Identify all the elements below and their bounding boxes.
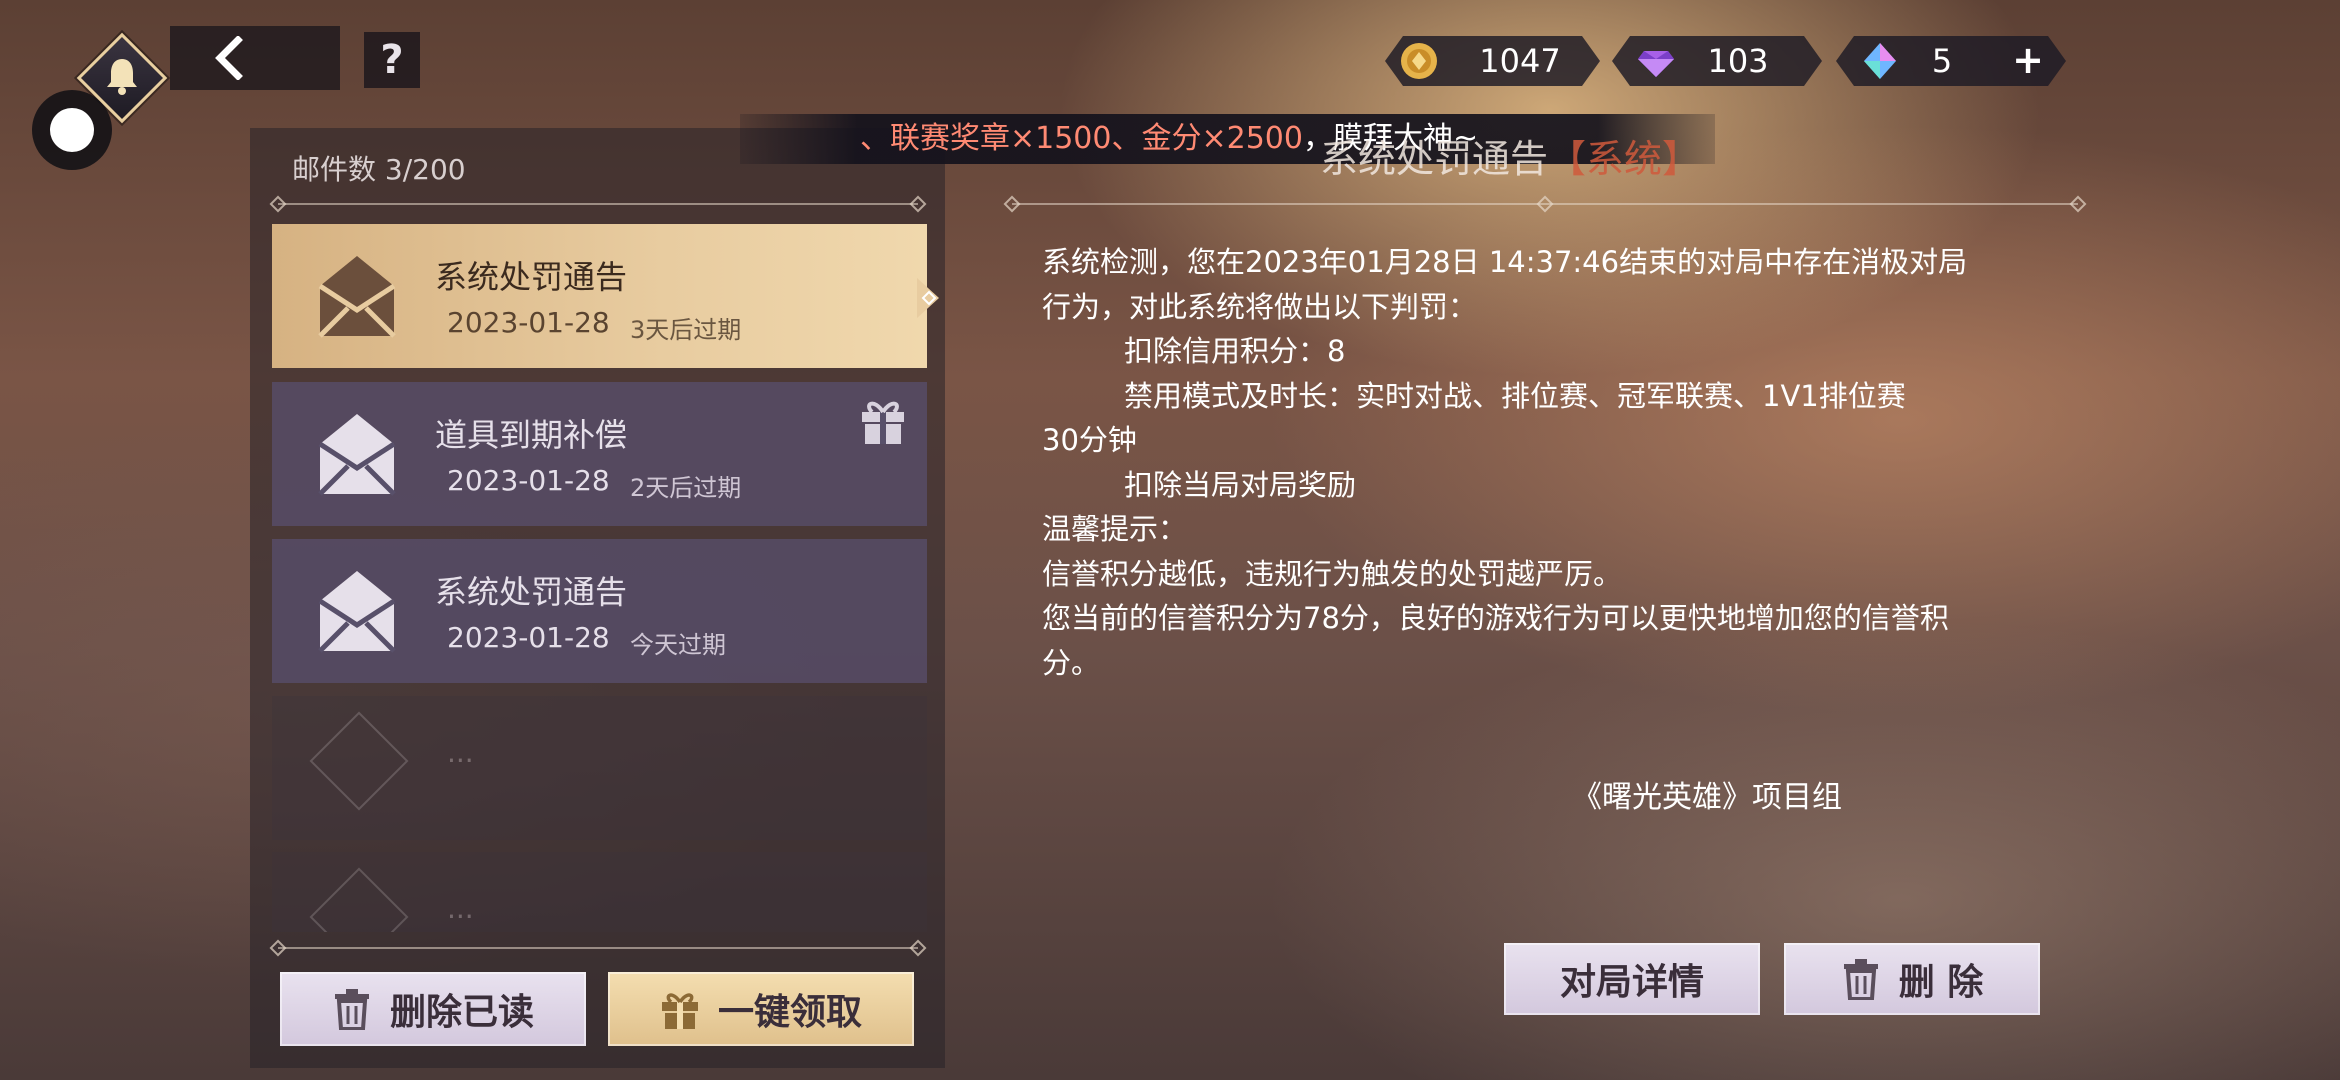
mail-signature: 《曙光英雄》项目组	[1572, 780, 1842, 815]
envelope-icon	[318, 256, 396, 338]
mail-content: 系统检测，您在2023年01月28日 14:37:46结束的对局中存在消极对局 …	[1042, 240, 2062, 685]
content-line: 分。	[1042, 645, 1101, 680]
claim-all-label: 一键领取	[717, 992, 862, 1033]
content-line: 禁用模式及时长：实时对战、排位赛、冠军联赛、1V1排位赛	[1124, 378, 1906, 413]
mail-count: 邮件数 3/200	[292, 153, 466, 186]
purple-gem-icon	[1636, 41, 1676, 81]
mail-title: 系统处罚通告	[435, 258, 628, 296]
envelope-icon	[318, 414, 396, 496]
divider-ornament	[2069, 195, 2087, 213]
mail-item[interactable]: 道具到期补偿 2023-01-28 2天后过期	[272, 382, 927, 526]
gem-counter: 103	[1612, 36, 1822, 86]
trash-icon	[1843, 959, 1878, 1000]
empty-slot-dots: ...	[447, 736, 474, 769]
content-line: 扣除当局对局奖励	[1124, 467, 1357, 502]
divider-ornament	[1536, 195, 1554, 213]
gem-value: 103	[1707, 42, 1769, 80]
empty-slot-ornament	[309, 867, 409, 932]
content-line: 30分钟	[1042, 423, 1137, 457]
match-detail-label: 对局详情	[1559, 962, 1704, 1003]
match-detail-button[interactable]: 对局详情	[1504, 943, 1760, 1015]
help-button[interactable]: ?	[364, 32, 420, 88]
mail-expiry: 今天过期	[630, 631, 726, 659]
content-line: 扣除信用积分：8	[1124, 334, 1346, 368]
content-line: 系统检测，您在2023年01月28日 14:37:46结束的对局中存在消极对局	[1042, 245, 1968, 279]
divider	[278, 203, 918, 205]
mail-expiry: 2天后过期	[630, 474, 742, 502]
delete-read-button[interactable]: 删除已读	[280, 972, 586, 1046]
bell-icon	[107, 59, 137, 95]
floating-assistant-ball[interactable]	[32, 90, 112, 170]
divider	[278, 947, 918, 949]
delete-label: 删 除	[1898, 962, 1984, 1003]
content-line: 行为，对此系统将做出以下判罚：	[1042, 289, 1478, 324]
empty-mail-slot: ...	[272, 852, 927, 932]
blue-diamond-icon	[1860, 41, 1900, 81]
trash-icon	[334, 989, 369, 1030]
content-line: 您当前的信誉积分为78分，良好的游戏行为可以更快地增加您的信誉积	[1042, 601, 1949, 635]
content-line: 信誉积分越低，违规行为触发的处罚越严厉。	[1042, 556, 1623, 591]
empty-mail-slot: ...	[272, 696, 927, 840]
mail-date: 2023-01-28	[447, 621, 610, 654]
coin-value: 1047	[1479, 42, 1561, 80]
coin-counter: 1047	[1385, 36, 1600, 86]
detail-title: 系统处罚通告【系统】	[1320, 128, 1700, 183]
recharge-plus-button[interactable]: +	[2012, 36, 2044, 86]
back-bar	[170, 26, 340, 90]
selected-indicator-icon	[917, 278, 939, 318]
empty-slot-ornament	[309, 711, 409, 811]
mail-title: 道具到期补偿	[435, 416, 628, 454]
diamond-value: 5	[1931, 42, 1953, 80]
envelope-icon	[318, 571, 396, 653]
mail-title: 系统处罚通告	[435, 573, 628, 611]
delete-read-label: 删除已读	[389, 992, 534, 1033]
divider-ornament	[1003, 195, 1021, 213]
diamond-counter: 5 +	[1836, 36, 2066, 86]
content-line: 温馨提示：	[1042, 512, 1188, 546]
marquee-highlight: 、联赛奖章×1500、金分×2500	[860, 121, 1303, 156]
back-arrow-icon[interactable]	[210, 36, 250, 80]
mail-item[interactable]: 系统处罚通告 2023-01-28 今天过期	[272, 539, 927, 683]
gift-attachment-icon	[862, 401, 904, 444]
claim-all-button[interactable]: 一键领取	[608, 972, 914, 1046]
mail-expiry: 3天后过期	[630, 316, 742, 344]
mail-date: 2023-01-28	[447, 306, 610, 339]
mail-date: 2023-01-28	[447, 464, 610, 497]
detail-title-text: 系统处罚通告	[1320, 137, 1549, 181]
detail-title-tag: 【系统】	[1548, 137, 1701, 181]
delete-mail-button[interactable]: 删 除	[1784, 943, 2040, 1015]
gift-icon	[661, 993, 698, 1029]
gold-coin-icon	[1399, 41, 1439, 81]
mail-item[interactable]: 系统处罚通告 2023-01-28 3天后过期	[272, 224, 927, 368]
empty-slot-dots: ...	[447, 892, 474, 925]
